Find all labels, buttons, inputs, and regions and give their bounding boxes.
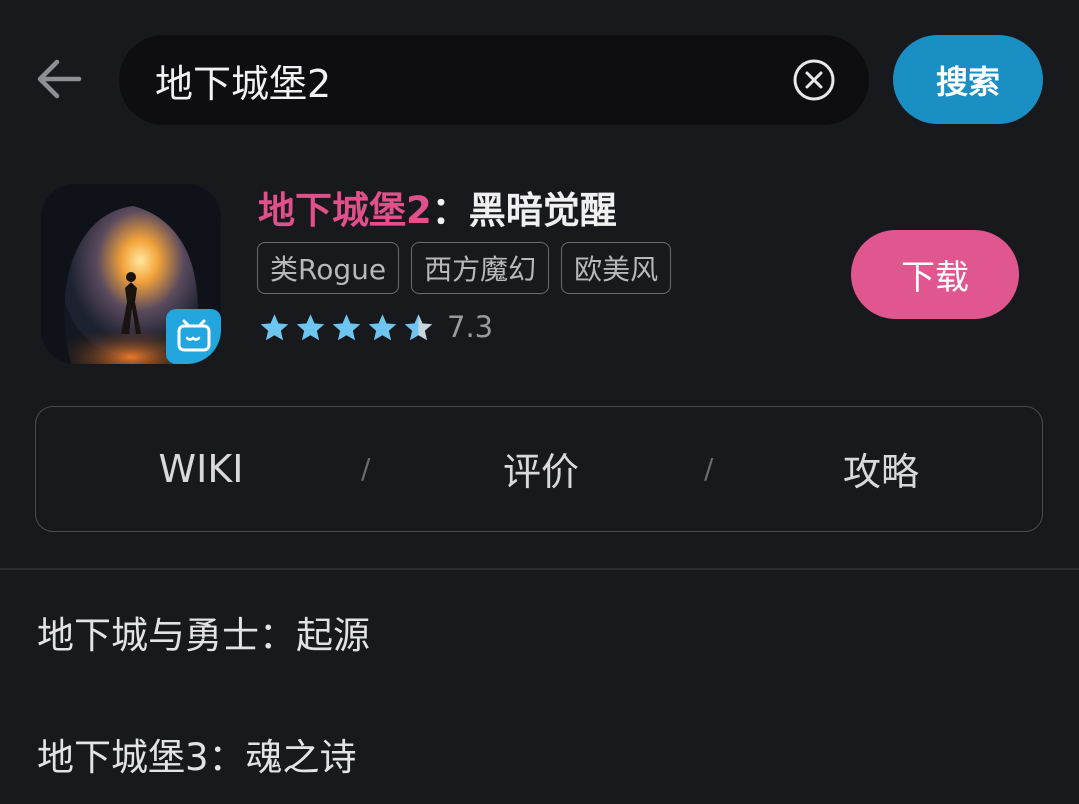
divider bbox=[0, 568, 1079, 570]
game-title-rest: ：黑暗觉醒 bbox=[431, 189, 617, 232]
game-title-highlight: 地下城堡2 bbox=[258, 189, 432, 232]
star-rating bbox=[258, 311, 435, 344]
star-icon bbox=[332, 313, 361, 340]
star-icon bbox=[368, 313, 397, 340]
game-title[interactable]: 地下城堡2 ：黑暗觉醒 bbox=[258, 180, 617, 232]
search-box bbox=[119, 35, 869, 125]
clear-search-button[interactable] bbox=[792, 58, 836, 102]
star-icon bbox=[404, 313, 433, 340]
tag-western-style[interactable]: 欧美风 bbox=[561, 242, 672, 294]
tab-wiki[interactable]: WIKI bbox=[96, 407, 306, 530]
rating-score: 7.3 bbox=[447, 310, 494, 344]
download-button[interactable]: 下载 bbox=[851, 230, 1019, 319]
search-input[interactable] bbox=[155, 35, 775, 125]
suggestion-item[interactable]: 地下城堡3：魂之诗 bbox=[37, 714, 1037, 794]
clear-circle-icon bbox=[793, 59, 835, 101]
game-tab-bar: WIKI / 评价 / 攻略 bbox=[35, 406, 1043, 532]
tab-separator: / bbox=[704, 452, 714, 485]
star-icon bbox=[296, 313, 325, 340]
tag-western-fantasy[interactable]: 西方魔幻 bbox=[411, 242, 550, 294]
search-page: 搜索 bbox=[0, 0, 1079, 804]
game-tags: 类Rogue 西方魔幻 欧美风 bbox=[257, 242, 672, 294]
game-icon[interactable] bbox=[41, 184, 221, 364]
search-button[interactable]: 搜索 bbox=[893, 35, 1043, 124]
game-cover-art bbox=[41, 184, 221, 364]
suggestion-item[interactable]: 地下城与勇士：起源 bbox=[37, 592, 1037, 672]
game-rating: 7.3 bbox=[258, 310, 493, 344]
tag-rogue[interactable]: 类Rogue bbox=[257, 242, 400, 294]
arrow-left-icon bbox=[37, 59, 82, 99]
tab-guides[interactable]: 攻略 bbox=[776, 407, 986, 530]
tab-separator: / bbox=[361, 452, 371, 485]
bilibili-badge bbox=[166, 309, 221, 364]
back-button[interactable] bbox=[30, 50, 88, 108]
tab-reviews[interactable]: 评价 bbox=[436, 407, 646, 530]
star-icon bbox=[260, 313, 289, 340]
